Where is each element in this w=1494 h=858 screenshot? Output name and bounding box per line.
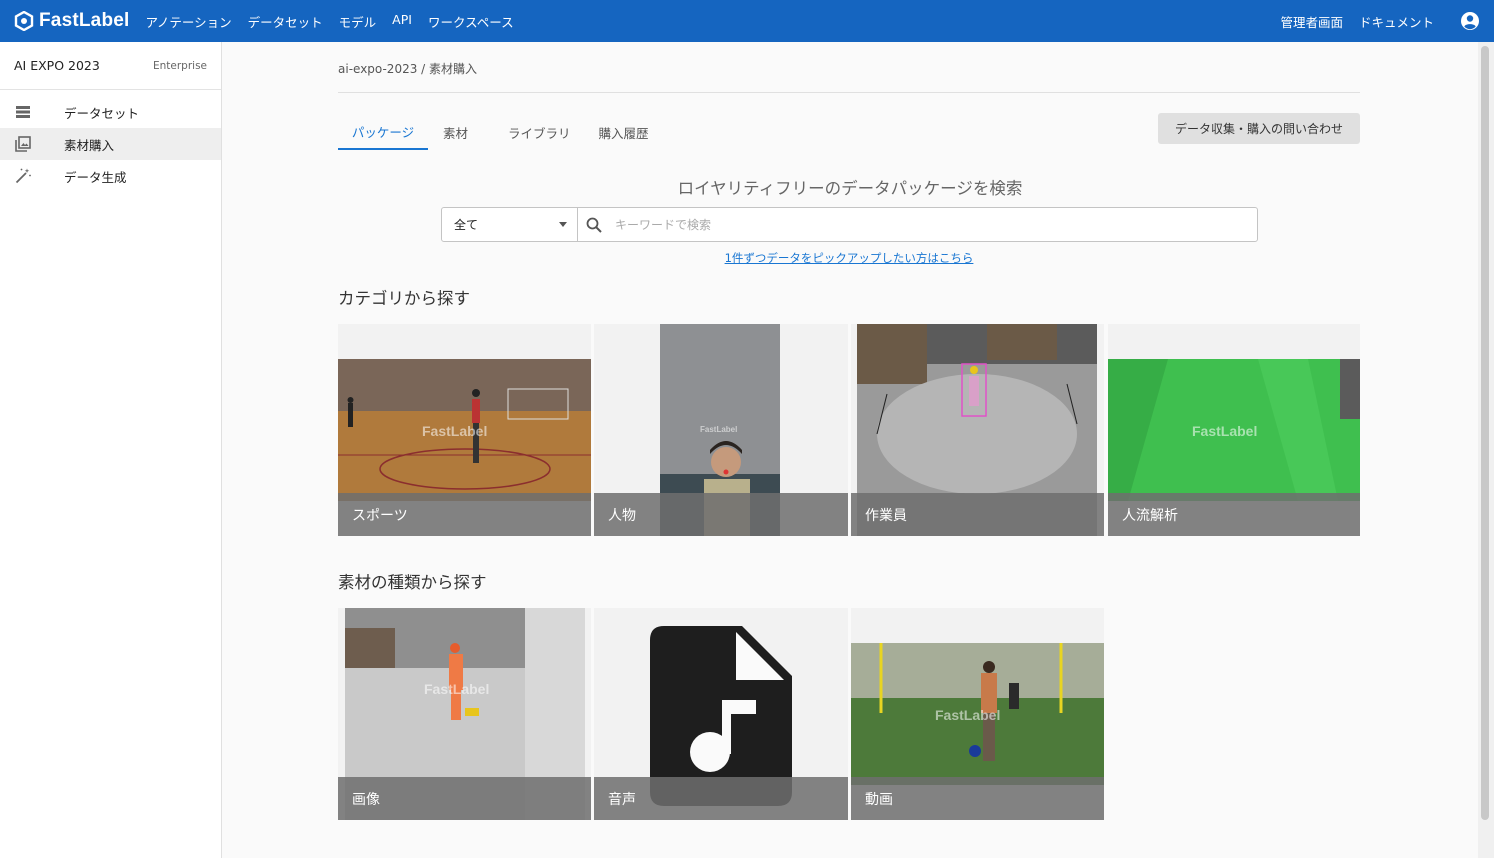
search-title: ロイヤリティフリーのデータパッケージを検索 (677, 179, 1023, 198)
nav-right: 管理者画面 ドキュメント (1264, 0, 1480, 42)
card-label: スポーツ (338, 493, 591, 536)
workspace-name: AI EXPO 2023 (14, 58, 100, 73)
admin-link[interactable]: 管理者画面 (1280, 12, 1343, 31)
tab-package[interactable]: パッケージ (338, 114, 428, 150)
logo[interactable]: FastLabel (14, 10, 130, 32)
category-section-title: カテゴリから探す (338, 289, 470, 308)
workspace-header: AI EXPO 2023 Enterprise (0, 42, 221, 90)
sidebar-item-label: データ生成 (64, 169, 127, 185)
type-card-audio[interactable]: 音声 (594, 608, 848, 820)
top-nav-bar: FastLabel アノテーション データセット モデル API ワークスペース… (0, 0, 1494, 42)
card-label: 画像 (338, 777, 591, 820)
card-label: 作業員 (851, 493, 1104, 536)
type-section-title: 素材の種類から探す (338, 573, 487, 592)
contact-button[interactable]: データ収集・購入の問い合わせ (1158, 113, 1360, 144)
breadcrumb: ai-expo-2023 / 素材購入 (338, 62, 478, 76)
pick-individual-link[interactable]: 1件ずつデータをピックアップしたい方はこちら (222, 250, 1476, 266)
image-library-icon (15, 136, 31, 152)
scroll-thumb[interactable] (1481, 46, 1489, 820)
card-label: 動画 (851, 777, 1104, 820)
card-label: 音声 (594, 777, 848, 820)
divider (338, 92, 1360, 93)
watermark: FastLabel (935, 707, 1001, 723)
account-circle-icon[interactable] (1460, 11, 1480, 31)
nav-api[interactable]: API (392, 12, 412, 31)
search-field (578, 208, 1257, 241)
category-card-sports[interactable]: FastLabel スポーツ (338, 324, 591, 536)
tab-bar: パッケージ 素材 ライブラリ 購入履歴 (338, 114, 662, 150)
card-label: 人流解析 (1108, 493, 1360, 536)
sidebar-item-dataset[interactable]: データセット (0, 96, 221, 128)
category-card-person[interactable]: FastLabel 人物 (594, 324, 848, 536)
search-icon (586, 217, 602, 233)
select-value: 全て (454, 218, 479, 232)
scrollbar[interactable] (1478, 42, 1494, 858)
nav-model[interactable]: モデル (339, 12, 377, 31)
card-label: 人物 (594, 493, 848, 536)
sidebar-menu: データセット 素材購入 データ生成 (0, 90, 221, 192)
watermark: FastLabel (422, 423, 488, 439)
main-nav: アノテーション データセット モデル API ワークスペース (146, 12, 530, 31)
main-content: ai-expo-2023 / 素材購入 パッケージ 素材 ライブラリ 購入履歴 … (222, 42, 1478, 858)
docs-link[interactable]: ドキュメント (1359, 12, 1434, 31)
watermark: FastLabel (424, 681, 490, 697)
nav-workspace[interactable]: ワークスペース (428, 12, 514, 31)
list-icon (16, 106, 30, 118)
chevron-down-icon (559, 222, 567, 227)
tab-material[interactable]: 素材 (430, 114, 481, 150)
tab-purchase-history[interactable]: 購入履歴 (586, 114, 662, 150)
watermark: FastLabel (700, 425, 738, 434)
category-card-crowd-analysis[interactable]: FastLabel 人流解析 (1108, 324, 1360, 536)
sidebar: AI EXPO 2023 Enterprise データセット 素材購入 データ生… (0, 42, 222, 858)
category-select[interactable]: 全て (442, 208, 578, 241)
type-card-video[interactable]: FastLabel 動画 (851, 608, 1104, 820)
sidebar-item-label: 素材購入 (64, 137, 115, 153)
nav-dataset[interactable]: データセット (248, 12, 323, 31)
fastlabel-logo-icon (14, 11, 34, 31)
sidebar-item-label: データセット (64, 105, 140, 121)
search-input[interactable] (615, 217, 1215, 232)
category-card-worker[interactable]: 作業員 (851, 324, 1104, 536)
watermark: FastLabel (1192, 423, 1258, 439)
plan-label: Enterprise (152, 59, 207, 72)
sidebar-item-material-purchase[interactable]: 素材購入 (0, 128, 221, 160)
brand-name: FastLabel (39, 10, 130, 31)
nav-annotation[interactable]: アノテーション (146, 12, 232, 31)
magic-wand-icon (15, 168, 31, 184)
type-card-image[interactable]: FastLabel 画像 (338, 608, 591, 820)
search-bar: 全て (441, 207, 1258, 242)
tab-library[interactable]: ライブラリ (495, 114, 584, 150)
sidebar-item-data-generation[interactable]: データ生成 (0, 160, 221, 192)
